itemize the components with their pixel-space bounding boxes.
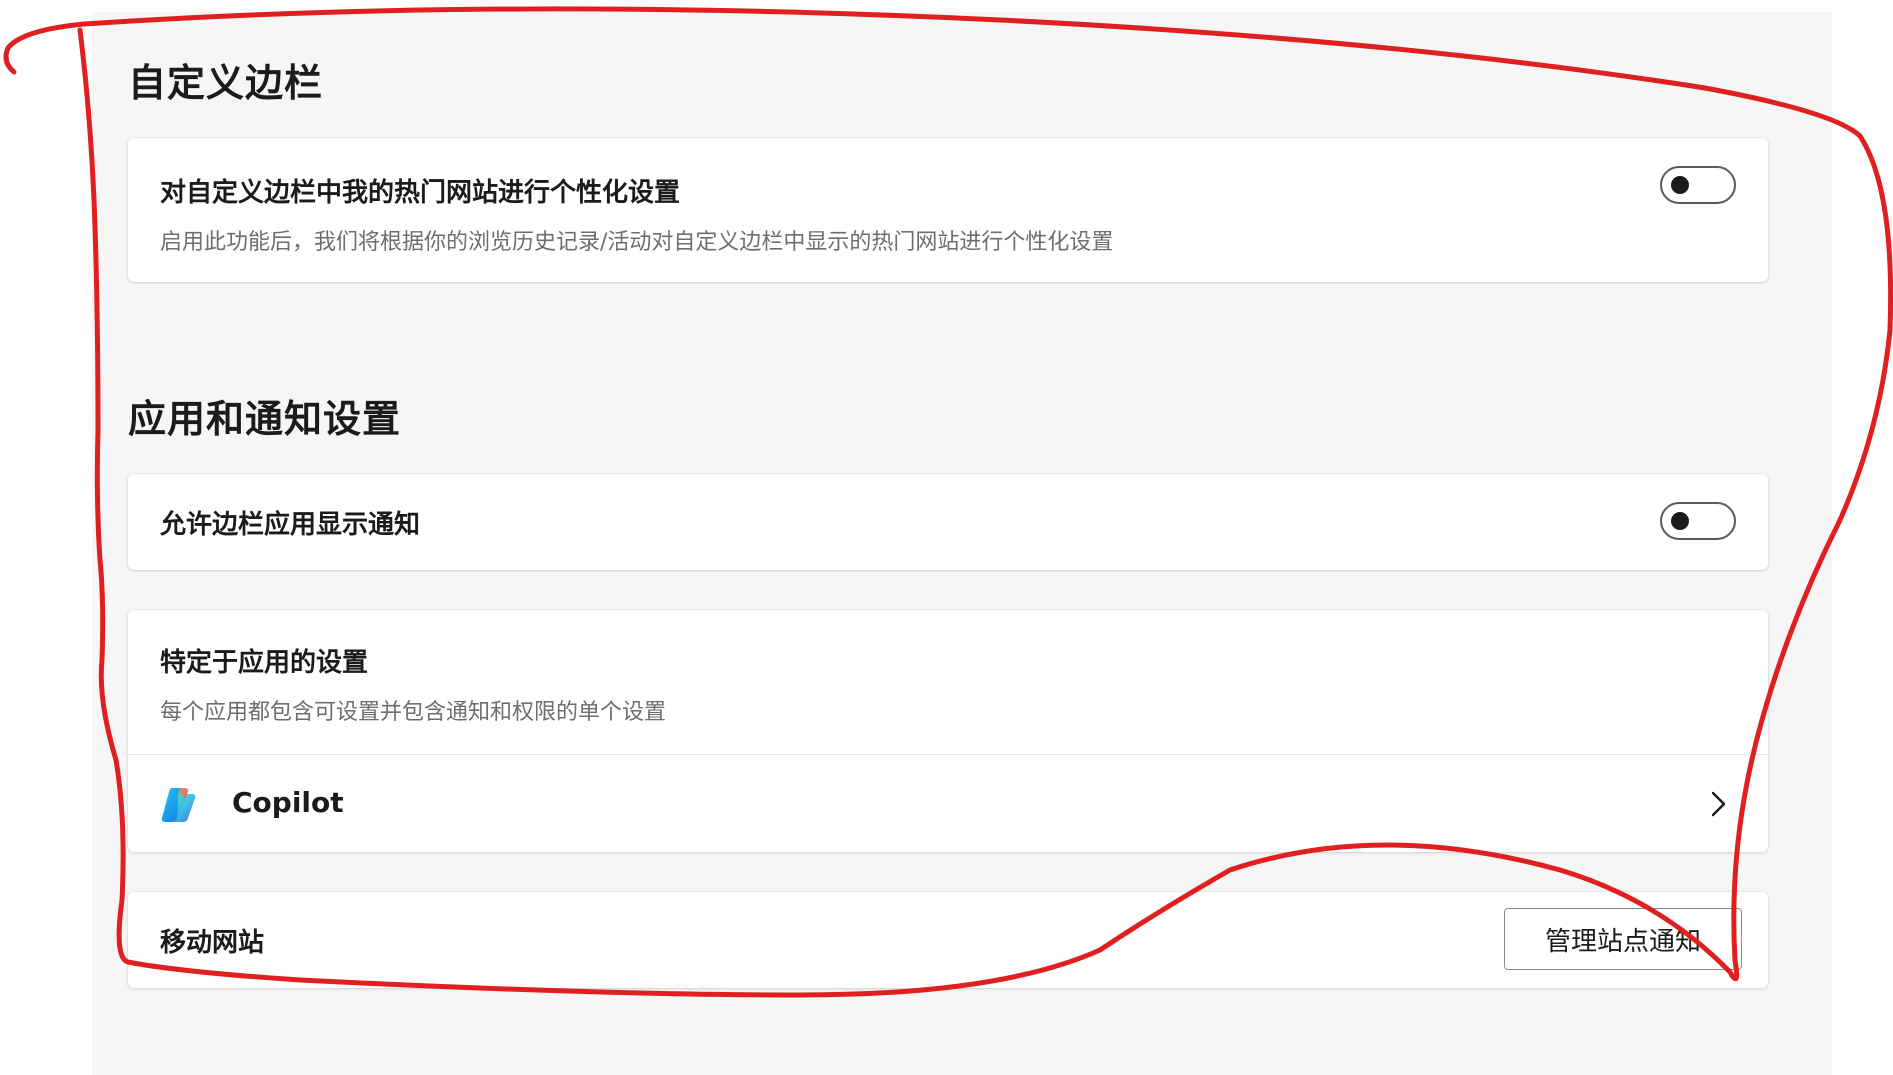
allow-notifications-title: 允许边栏应用显示通知 — [160, 510, 421, 540]
personalize-top-sites-card: 对自定义边栏中我的热门网站进行个性化设置 启用此功能后，我们将根据你的浏览历史记… — [128, 138, 1768, 282]
chevron-right-icon — [1711, 791, 1726, 817]
section-title-customize-sidebar: 自定义边栏 — [128, 61, 324, 105]
personalize-top-sites-toggle[interactable] — [1660, 166, 1736, 204]
mobile-sites-card: 移动网站 管理站点通知 — [128, 892, 1768, 988]
app-specific-settings-card: 特定于应用的设置 每个应用都包含可设置并包含通知和权限的单个设置 Copilot — [128, 610, 1768, 852]
toggle-knob — [1671, 512, 1689, 530]
app-row-copilot[interactable]: Copilot — [128, 756, 1768, 852]
allow-notifications-toggle[interactable] — [1660, 502, 1736, 540]
manage-site-notifications-button[interactable]: 管理站点通知 — [1504, 908, 1742, 970]
app-specific-settings-description: 每个应用都包含可设置并包含通知和权限的单个设置 — [160, 700, 667, 725]
toggle-knob — [1671, 176, 1689, 194]
app-name-copilot: Copilot — [232, 786, 344, 819]
personalize-top-sites-title: 对自定义边栏中我的热门网站进行个性化设置 — [160, 178, 681, 208]
copilot-icon — [161, 788, 196, 822]
mobile-sites-title: 移动网站 — [160, 928, 265, 958]
app-specific-settings-title: 特定于应用的设置 — [160, 648, 369, 678]
card-divider — [128, 754, 1768, 755]
personalize-top-sites-description: 启用此功能后，我们将根据你的浏览历史记录/活动对自定义边栏中显示的热门网站进行个… — [160, 230, 1114, 255]
section-title-apps-notifications: 应用和通知设置 — [128, 397, 402, 441]
allow-notifications-card: 允许边栏应用显示通知 — [128, 474, 1768, 570]
